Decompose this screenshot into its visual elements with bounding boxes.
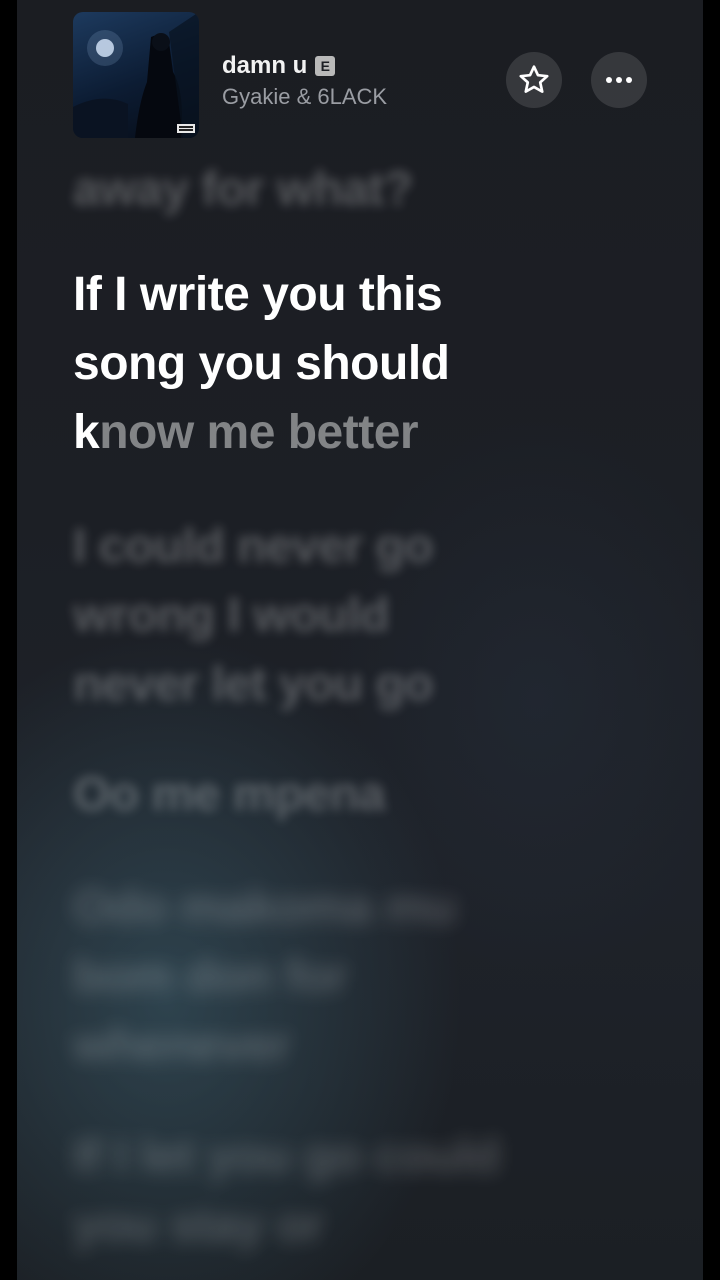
lyrics-screen: damn u E Gyakie & 6LACK away for what? I… [17, 0, 703, 1280]
lyric-line-current-part-1[interactable]: If I write you this [73, 260, 593, 329]
lyric-line-previous[interactable]: away for what? [73, 155, 593, 224]
now-playing-header: damn u E Gyakie & 6LACK [17, 0, 703, 150]
track-title: damn u [222, 52, 308, 79]
lyric-upcoming-fragment: now me better [99, 406, 419, 459]
favorite-button[interactable] [506, 52, 562, 108]
lyric-sung-fragment: k [73, 406, 100, 459]
lyric-line-current-part-3[interactable]: know me better [73, 398, 593, 467]
lyric-line-current-part-2[interactable]: song you should [73, 329, 593, 398]
star-icon [519, 65, 549, 93]
track-artist[interactable]: Gyakie & 6LACK [222, 84, 387, 110]
lyric-line-next-2[interactable]: Oo me mpena [73, 760, 513, 829]
album-art[interactable] [73, 12, 199, 138]
lyric-line-next-3[interactable]: Odo makoma mu bom don for whenever [73, 873, 533, 1080]
album-art-image [73, 12, 199, 138]
more-options-button[interactable] [591, 52, 647, 108]
lyric-line-next-1[interactable]: I could never go wrong I would never let… [73, 512, 513, 719]
ellipsis-icon [606, 77, 632, 83]
lyric-line-next-4[interactable]: If I let you go could you stay or [73, 1122, 543, 1260]
explicit-badge: E [315, 56, 336, 76]
track-title-row: damn u E [222, 52, 336, 80]
